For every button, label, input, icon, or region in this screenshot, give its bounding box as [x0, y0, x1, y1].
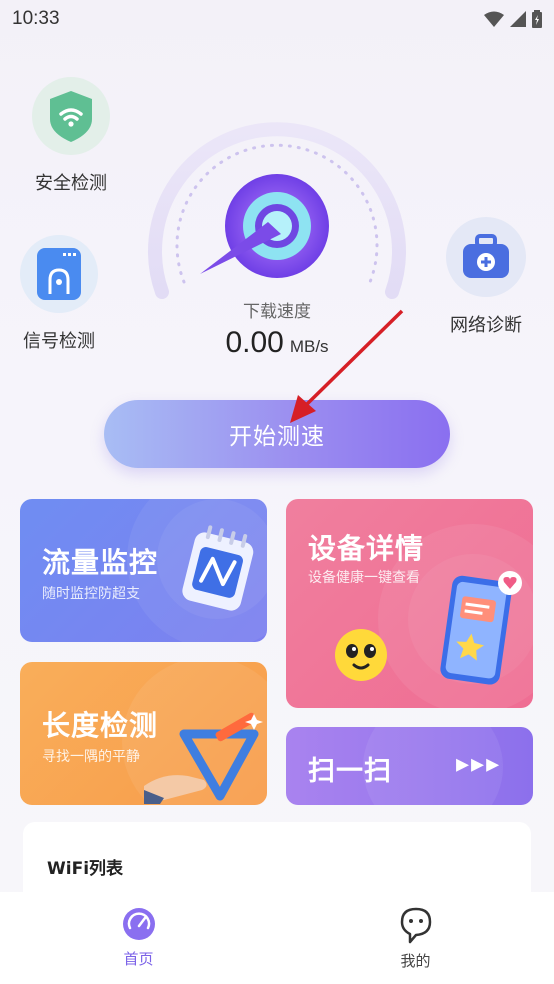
device-details-title: 设备详情 — [308, 532, 425, 565]
tab-mine-label: 我的 — [400, 952, 431, 970]
scan-card[interactable]: 扫一扫 ▸▸▸ — [286, 727, 533, 805]
gauge-icon — [122, 908, 155, 940]
signal-card-icon — [37, 248, 81, 300]
security-check-button[interactable]: 安全检测 — [32, 77, 110, 195]
traffic-monitor-subtitle: 随时监控防超支 — [42, 586, 140, 602]
speed-readout: 0.00 MB/s — [0, 326, 554, 360]
device-details-card[interactable]: 设备详情 设备健康一键查看 — [286, 499, 533, 708]
tab-home[interactable]: 首页 — [0, 892, 277, 984]
security-check-label: 安全检测 — [35, 173, 107, 194]
traffic-monitor-card[interactable]: 流量监控 随时监控防超支 — [20, 499, 267, 642]
calendar-chart-icon — [182, 525, 254, 611]
speed-gauge — [148, 122, 406, 299]
status-time: 10:33 — [12, 8, 60, 29]
length-measure-subtitle: 寻找一隅的平静 — [42, 749, 140, 765]
battery-icon — [532, 10, 542, 28]
security-check-icon-bg — [32, 77, 110, 155]
bottom-tab-bar: 首页 我的 — [0, 892, 554, 984]
tab-home-label: 首页 — [123, 950, 154, 968]
speed-label: 下载速度 — [243, 302, 311, 322]
ruler-hand-icon — [144, 712, 263, 804]
scan-arrows-icon: ▸▸▸ — [456, 749, 502, 779]
tab-mine[interactable]: 我的 — [277, 892, 554, 984]
speed-value: 0.00 — [225, 326, 284, 359]
shield-wifi-icon — [50, 91, 92, 142]
traffic-monitor-title: 流量监控 — [42, 546, 159, 579]
status-icons — [484, 10, 542, 28]
length-measure-title: 长度检测 — [42, 709, 159, 742]
wifi-list-title: WiFi列表 — [47, 859, 124, 879]
annotation-arrow — [290, 309, 404, 423]
scan-title: 扫一扫 — [308, 756, 392, 787]
device-details-subtitle: 设备健康一键查看 — [308, 570, 420, 586]
phone-illustration-icon — [440, 571, 522, 685]
length-measure-card[interactable]: 长度检测 寻找一隅的平静 — [20, 662, 267, 805]
cell-signal-icon — [510, 11, 526, 27]
smiley-mascot-icon — [335, 629, 387, 681]
network-diagnosis-icon-bg — [446, 217, 526, 297]
toolbox-icon — [463, 234, 509, 278]
profile-face-icon — [400, 907, 431, 944]
status-bar: 10:33 — [0, 0, 554, 38]
wifi-signal-icon — [484, 11, 504, 27]
